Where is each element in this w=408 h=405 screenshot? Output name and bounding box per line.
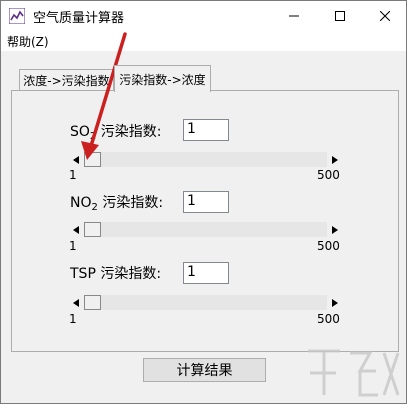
so2-slider-thumb[interactable] — [84, 152, 101, 167]
no2-slider-thumb[interactable] — [84, 222, 101, 237]
app-chart-icon — [8, 7, 26, 25]
tsp-slider-thumb[interactable] — [84, 295, 101, 310]
scroll-left-icon[interactable] — [68, 295, 84, 310]
scroll-right-icon[interactable] — [327, 222, 343, 237]
tab-concentration-to-index[interactable]: 浓度->污染指数 — [19, 69, 114, 91]
so2-max-label: 500 — [317, 168, 340, 182]
no2-min-label: 1 — [69, 239, 77, 253]
so2-slider[interactable] — [68, 152, 343, 167]
maximize-icon — [335, 11, 345, 21]
tsp-slider[interactable] — [68, 295, 343, 310]
tab-index-to-concentration[interactable]: 污染指数->浓度 — [114, 65, 211, 92]
minimize-icon — [289, 15, 299, 17]
scroll-left-icon[interactable] — [68, 222, 84, 237]
minimize-button[interactable] — [271, 1, 317, 31]
tsp-index-input[interactable]: 1 — [183, 262, 229, 284]
no2-index-input[interactable]: 1 — [183, 191, 229, 213]
no2-label: NO2 污染指数: — [70, 195, 164, 213]
so2-index-input[interactable]: 1 — [183, 119, 229, 141]
calculate-button[interactable]: 计算结果 — [143, 358, 266, 382]
so2-label: SO2 污染指数: — [70, 124, 162, 142]
no2-slider[interactable] — [68, 222, 343, 237]
menu-bar: 帮助(Z) — [1, 31, 406, 51]
so2-min-label: 1 — [69, 168, 77, 182]
tsp-max-label: 500 — [317, 312, 340, 326]
title-bar: 空气质量计算器 — [1, 1, 406, 31]
watermark-logo — [308, 349, 400, 397]
close-icon — [380, 11, 390, 21]
scroll-right-icon[interactable] — [327, 295, 343, 310]
scroll-left-icon[interactable] — [68, 152, 84, 167]
tsp-label: TSP 污染指数: — [70, 266, 162, 282]
window-title: 空气质量计算器 — [33, 11, 125, 26]
menu-help[interactable]: 帮助(Z) — [7, 33, 49, 50]
tsp-min-label: 1 — [69, 312, 77, 326]
scroll-right-icon[interactable] — [327, 152, 343, 167]
close-button[interactable] — [362, 1, 408, 31]
no2-max-label: 500 — [317, 239, 340, 253]
maximize-button[interactable] — [317, 1, 363, 31]
